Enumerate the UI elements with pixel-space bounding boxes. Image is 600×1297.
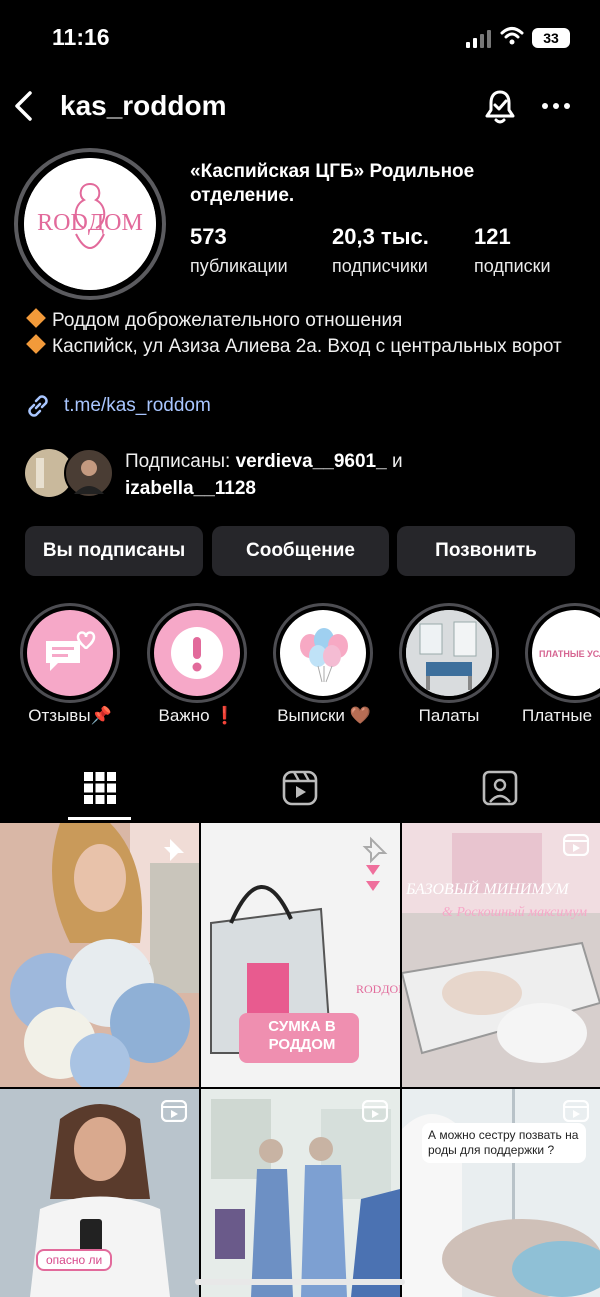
highlight-reviews[interactable] (20, 603, 120, 703)
notification-bell-icon[interactable] (482, 86, 518, 126)
profile-avatar[interactable]: RODДОМ (24, 158, 156, 290)
mutual-conj: и (386, 451, 403, 472)
following-button[interactable]: Вы подписаны (25, 526, 203, 576)
signal-icon (466, 30, 491, 48)
bio-line: Каспийск, ул Азиза Алиева 2а. Вход с цен… (52, 336, 562, 357)
stat-value: 121 (474, 224, 511, 249)
highlight-label: Палаты (418, 706, 480, 725)
post-tile[interactable]: БАЗОВЫЙ МИНИМУМ & Роскошный максимум (402, 823, 600, 1087)
profile-full-name: «Каспийская ЦГБ» Родильное отделение. (190, 161, 475, 206)
orange-diamond-icon (26, 308, 46, 328)
balloons-icon (300, 628, 348, 683)
mutual-follower-avatars[interactable] (24, 448, 114, 498)
profile-bio: Роддом доброжелательного отношения Каспи… (24, 308, 584, 360)
svg-text:RODДОМ: RODДОМ (37, 210, 143, 236)
mutual-user[interactable]: verdieva__9601_ (236, 451, 387, 472)
chat-heart-icon (46, 631, 96, 671)
highlight-label: Отзывы📌 (28, 706, 112, 725)
stat-value: 20,3 тыс. (332, 224, 429, 249)
highlight-label: Важно ❗ (158, 706, 236, 725)
post-tile[interactable]: А можно сестру позвать на роды для подде… (402, 1089, 600, 1297)
tab-active-indicator (68, 817, 131, 820)
reel-icon (161, 1100, 187, 1122)
post-tile[interactable]: опасно ли (0, 1089, 199, 1297)
reel-icon (362, 1100, 388, 1122)
reel-icon (563, 834, 589, 856)
status-time: 11:16 (52, 24, 110, 50)
post-caption: А можно сестру позвать на роды для подде… (422, 1123, 586, 1163)
post-image (402, 823, 600, 1087)
post-tile[interactable] (201, 1089, 400, 1297)
stat-label: публикации (190, 256, 288, 276)
stat-followers[interactable]: 20,3 тыс. подписчики (332, 224, 429, 277)
pin-icon (362, 836, 388, 863)
home-indicator[interactable] (195, 1279, 405, 1285)
post-tile[interactable] (0, 823, 199, 1087)
stat-label: подписки (474, 256, 551, 276)
mutual-prefix: Подписаны: (125, 451, 236, 472)
post-caption: опасно ли (36, 1249, 113, 1271)
highlight-wards[interactable] (399, 603, 499, 703)
stat-posts[interactable]: 573 публикации (190, 224, 288, 277)
call-button[interactable]: Позвонить (397, 526, 575, 576)
profile-username: kas_roddom (60, 90, 227, 121)
highlight-label: Платные (522, 706, 593, 725)
link-text: t.me/kas_roddom (64, 395, 211, 416)
highlight-label: Выписки 🤎 (277, 706, 371, 725)
reels-icon[interactable] (280, 766, 320, 810)
stat-value: 573 (190, 224, 227, 249)
ward-photo (406, 610, 492, 696)
highlight-discharges[interactable] (273, 603, 373, 703)
more-options-icon[interactable] (540, 96, 572, 116)
wifi-icon (500, 27, 524, 45)
highlight-important[interactable] (147, 603, 247, 703)
post-tile[interactable]: RODДОМ СУМКА В РОДДОМ (201, 823, 400, 1087)
message-button[interactable]: Сообщение (212, 526, 389, 576)
post-caption-secondary: & Роскошный максимум (442, 905, 588, 920)
bio-line: Роддом доброжелательного отношения (52, 310, 403, 331)
link-icon (28, 395, 48, 417)
exclamation-icon (171, 627, 223, 679)
profile-link[interactable]: t.me/kas_roddom (24, 392, 211, 420)
tagged-icon[interactable] (480, 766, 520, 810)
post-caption: БАЗОВЫЙ МИНИМУМ (406, 881, 569, 898)
orange-diamond-icon (26, 334, 46, 354)
post-caption: СУМКА В РОДДОМ (268, 1018, 336, 1053)
mutual-followers-text[interactable]: Подписаны: verdieva__9601_ и izabella__1… (125, 448, 585, 502)
reel-icon (563, 1100, 589, 1122)
stat-label: подписчики (332, 256, 428, 276)
svg-text:RODДОМ: RODДОМ (356, 982, 400, 996)
highlight-paid[interactable]: ПЛАТНЫЕ УСЛУ (525, 603, 600, 703)
back-icon[interactable] (10, 88, 38, 124)
roddom-logo: RODДОМ (24, 158, 156, 290)
svg-text:ПЛАТНЫЕ УСЛУ: ПЛАТНЫЕ УСЛУ (539, 649, 600, 659)
mutual-user[interactable]: izabella__1128 (125, 478, 256, 499)
grid-icon[interactable] (80, 766, 120, 810)
stat-following[interactable]: 121 подписки (474, 224, 551, 277)
battery-indicator: 33 (532, 28, 570, 48)
paid-services-icon: ПЛАТНЫЕ УСЛУ (539, 649, 600, 659)
pin-icon (164, 839, 184, 861)
